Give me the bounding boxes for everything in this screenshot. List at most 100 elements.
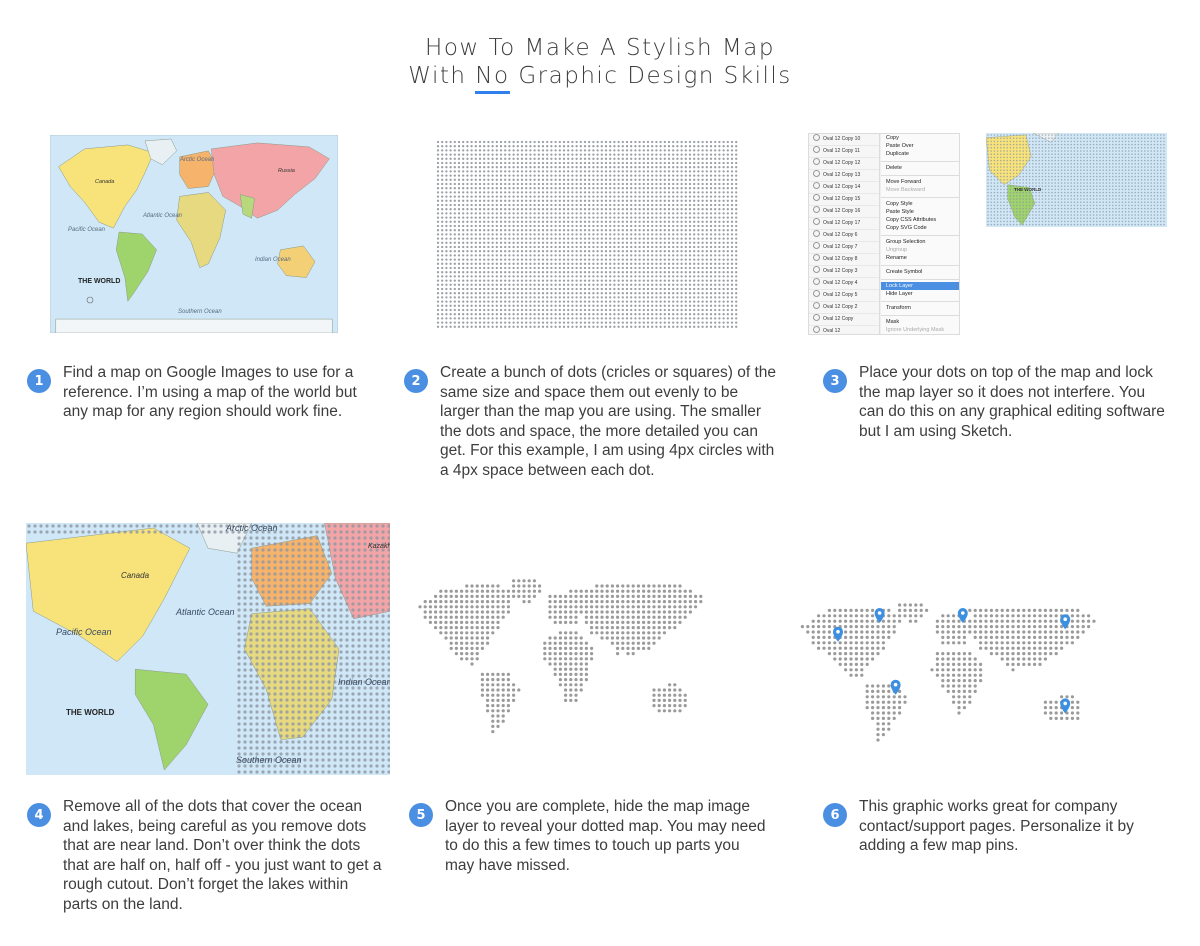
grid-dot xyxy=(688,149,692,152)
context-menu-item[interactable]: Paste Over xyxy=(881,142,959,150)
layer-item[interactable]: Oval 12 Copy 17 xyxy=(809,218,879,230)
grid-dot xyxy=(466,145,469,148)
land-dot xyxy=(903,695,907,699)
grid-dot xyxy=(457,237,461,240)
context-menu-item[interactable]: Paste Style xyxy=(881,208,959,216)
grid-dot xyxy=(491,279,494,282)
grid-dot xyxy=(604,275,608,278)
grid-dot xyxy=(579,208,582,211)
context-menu-item[interactable]: Duplicate xyxy=(881,150,959,158)
grid-dot xyxy=(621,174,624,177)
land-dot xyxy=(564,683,568,687)
land-dot xyxy=(865,630,869,634)
layer-item[interactable]: Oval 12 Copy 13 xyxy=(809,170,879,182)
grid-dot xyxy=(449,233,452,236)
grid-dot xyxy=(529,245,532,249)
context-menu-item[interactable]: Copy Style xyxy=(881,200,959,208)
grid-dot xyxy=(592,224,595,228)
context-menu-item[interactable]: Rename xyxy=(881,254,959,262)
grid-dot xyxy=(676,161,679,165)
grid-dot xyxy=(684,199,687,202)
grid-dot xyxy=(567,178,570,181)
layer-item[interactable]: Oval 12 Copy 10 xyxy=(809,134,879,146)
land-dot xyxy=(979,619,983,623)
grid-dot xyxy=(718,271,721,274)
grid-dot xyxy=(512,313,515,316)
layer-item[interactable]: Oval 12 Copy 12 xyxy=(809,158,879,170)
layer-item[interactable]: Oval 12 Copy 2 xyxy=(809,302,879,314)
grid-dot xyxy=(508,145,511,148)
grid-dot xyxy=(642,266,645,270)
grid-dot xyxy=(592,258,595,261)
grid-dot xyxy=(470,216,473,219)
land-dot xyxy=(1060,608,1064,612)
grid-dot xyxy=(613,170,616,173)
land-dot xyxy=(657,615,661,619)
grid-dot xyxy=(667,140,671,144)
land-dot xyxy=(564,620,568,624)
grid-dot xyxy=(630,304,633,307)
context-menu-item[interactable]: Move Forward xyxy=(881,178,959,186)
land-dot xyxy=(1027,657,1031,661)
land-dot xyxy=(475,626,479,630)
land-dot xyxy=(881,619,885,623)
context-menu-item[interactable]: Delete xyxy=(881,164,959,172)
grid-dot xyxy=(714,271,717,274)
grid-dot xyxy=(651,220,654,223)
grid-dot xyxy=(596,149,599,152)
label-kazakh: Kazakh xyxy=(368,543,390,550)
land-dot xyxy=(1043,646,1047,650)
grid-dot xyxy=(735,321,738,324)
layer-item[interactable]: Oval 12 Copy 15 xyxy=(809,194,879,206)
land-dot xyxy=(543,657,547,661)
context-menu-item[interactable]: Copy SVG Code xyxy=(881,224,959,232)
grid-dot xyxy=(457,191,461,194)
land-dot xyxy=(1049,700,1053,704)
grid-dot xyxy=(659,157,662,160)
context-menu-item[interactable]: Lock Layer xyxy=(881,282,959,290)
grid-dot xyxy=(453,258,456,261)
grid-dot xyxy=(516,145,519,148)
grid-dot xyxy=(596,191,599,194)
context-menu-item[interactable]: Hide Layer xyxy=(881,290,959,298)
grid-dot xyxy=(735,191,738,194)
context-menu-item[interactable]: Create Symbol xyxy=(881,268,959,276)
grid-dot xyxy=(663,283,666,286)
context-menu-item[interactable]: Copy CSS Attributes xyxy=(881,216,959,224)
context-menu-item[interactable]: Group Selection xyxy=(881,238,959,246)
layer-item[interactable]: Oval 12 Copy 14 xyxy=(809,182,879,194)
grid-dot xyxy=(558,300,561,303)
layer-item[interactable]: Oval 12 Copy 8 xyxy=(809,254,879,266)
grid-dot xyxy=(701,199,704,202)
grid-dot xyxy=(546,266,549,270)
context-menu-item[interactable]: Mask xyxy=(881,318,959,326)
grid-dot xyxy=(470,145,473,148)
context-menu-item[interactable]: Copy xyxy=(881,134,959,142)
layer-item[interactable]: Oval 12 xyxy=(809,326,879,334)
layer-item[interactable]: Oval 12 Copy 5 xyxy=(809,290,879,302)
layer-item[interactable]: Oval 12 Copy xyxy=(809,314,879,326)
grid-dot xyxy=(625,174,629,177)
grid-dot xyxy=(516,317,519,320)
layer-item[interactable]: Oval 12 Copy 11 xyxy=(809,146,879,158)
grid-dot xyxy=(651,195,654,198)
land-dot xyxy=(817,630,821,634)
grid-dot xyxy=(726,237,729,240)
layer-item[interactable]: Oval 12 Copy 7 xyxy=(809,242,879,254)
layer-item[interactable]: Oval 12 Copy 16 xyxy=(809,206,879,218)
layer-item[interactable]: Oval 12 Copy 4 xyxy=(809,278,879,290)
land-dot xyxy=(553,636,557,640)
grid-dot xyxy=(550,317,553,320)
land-dot xyxy=(486,584,490,588)
layer-item[interactable]: Oval 12 Copy 6 xyxy=(809,230,879,242)
grid-dot xyxy=(516,300,519,303)
grid-dot xyxy=(726,178,729,181)
grid-dot xyxy=(525,325,528,328)
land-dot xyxy=(935,619,939,623)
grid-dot xyxy=(701,224,704,228)
grid-dot xyxy=(533,153,536,156)
land-dot xyxy=(532,589,536,593)
context-menu-item[interactable]: Transform xyxy=(881,304,959,312)
layer-item[interactable]: Oval 12 Copy 3 xyxy=(809,266,879,278)
layer-item-label: Oval 12 Copy 7 xyxy=(823,244,858,250)
